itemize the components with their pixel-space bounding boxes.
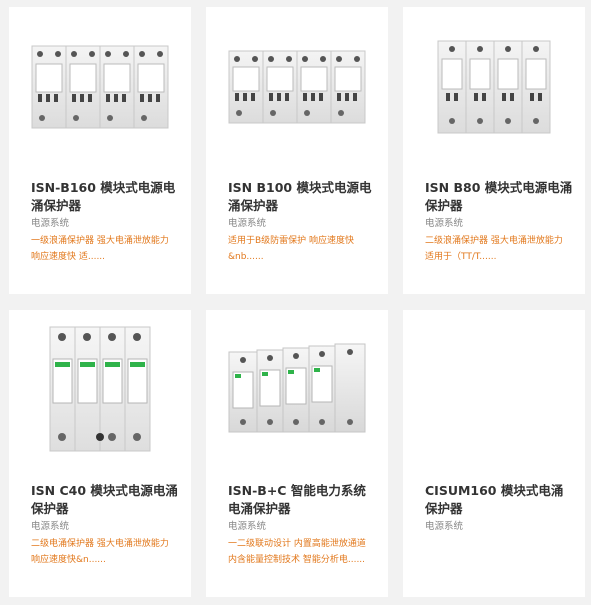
spd-4pole-wide-image <box>31 45 169 129</box>
spd-4pole-wide-image <box>228 50 366 124</box>
product-category: 电源系统 <box>425 521 464 532</box>
product-description: 一级浪涌保护器 强大电涌泄放能力 响应速度快 适...... <box>31 236 169 262</box>
product-title[interactable]: ISN-B+C 智能电力系统电涌保护器 <box>228 482 376 518</box>
spd-4pole-tall-image <box>49 326 151 452</box>
product-image[interactable] <box>9 7 191 167</box>
product-title[interactable]: ISN-B160 模块式电源电涌保护器 <box>31 179 179 215</box>
product-category: 电源系统 <box>228 218 267 229</box>
product-image[interactable] <box>403 310 585 470</box>
product-description: 适用于B级防雷保护 响应速度快 &nb...... <box>228 236 355 262</box>
product-title[interactable]: CISUM160 模块式电涌保护器 <box>425 482 573 518</box>
product-title[interactable]: ISN B100 模块式电源电涌保护器 <box>228 179 376 215</box>
product-description: 一二级联动设计 内置高能泄放通道 内含能量控制技术 智能分析电...... <box>228 539 366 565</box>
product-category: 电源系统 <box>31 521 70 532</box>
product-card[interactable]: ISN B100 模块式电源电涌保护器 电源系统 适用于B级防雷保护 响应速度快… <box>206 7 388 294</box>
spd-5pole-smart-image <box>228 343 366 433</box>
product-card[interactable]: ISN C40 模块式电源电涌保护器 电源系统 二级电涌保护器 强大电涌泄放能力… <box>9 310 191 597</box>
product-description: 二级浪涌保护器 强大电涌泄放能力 适用于（TT/T...... <box>425 236 563 262</box>
product-image[interactable] <box>206 310 388 470</box>
product-category: 电源系统 <box>425 218 464 229</box>
product-card[interactable]: ISN-B+C 智能电力系统电涌保护器 电源系统 一二级联动设计 内置高能泄放通… <box>206 310 388 597</box>
product-category: 电源系统 <box>31 218 70 229</box>
product-image[interactable] <box>403 7 585 167</box>
product-image[interactable] <box>206 7 388 167</box>
spd-4pole-narrow-image <box>437 40 551 134</box>
product-card[interactable]: CISUM160 模块式电涌保护器 电源系统 <box>403 310 585 597</box>
product-card[interactable]: ISN-B160 模块式电源电涌保护器 电源系统 一级浪涌保护器 强大电涌泄放能… <box>9 7 191 294</box>
product-description: 二级电涌保护器 强大电涌泄放能力 响应速度快&n...... <box>31 539 169 565</box>
product-title[interactable]: ISN B80 模块式电源电涌保护器 <box>425 179 573 215</box>
product-category: 电源系统 <box>228 521 267 532</box>
product-image[interactable] <box>9 310 191 470</box>
product-title[interactable]: ISN C40 模块式电源电涌保护器 <box>31 482 179 518</box>
product-card[interactable]: ISN B80 模块式电源电涌保护器 电源系统 二级浪涌保护器 强大电涌泄放能力… <box>403 7 585 294</box>
